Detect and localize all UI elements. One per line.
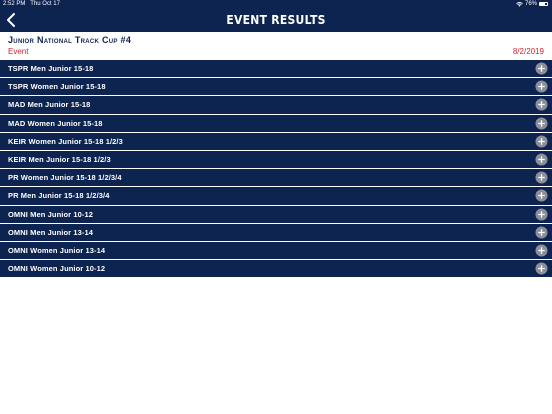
event-row[interactable]: KEIR Men Junior 15-18 1/2/3 <box>0 150 552 170</box>
event-row[interactable]: OMNI Women Junior 13-14 <box>0 241 552 261</box>
plus-circle-icon[interactable] <box>535 98 548 111</box>
event-row[interactable]: PR Women Junior 15-18 1/2/3/4 <box>0 169 552 188</box>
event-label: MAD Men Junior 15-18 <box>8 100 91 110</box>
event-row[interactable]: TSPR Men Junior 15-18 <box>0 60 552 79</box>
event-label: OMNI Women Junior 13-14 <box>8 245 106 255</box>
plus-circle-icon[interactable] <box>535 80 548 93</box>
event-label: KEIR Women Junior 15-18 1/2/3 <box>8 136 123 146</box>
event-label: KEIR Men Junior 15-18 1/2/3 <box>8 154 111 164</box>
plus-circle-icon[interactable] <box>535 117 548 130</box>
event-row[interactable]: MAD Men Junior 15-18 <box>0 96 552 115</box>
event-label: PR Women Junior 15-18 1/2/3/4 <box>8 173 122 183</box>
page-title: EVENT RESULTS <box>226 13 326 27</box>
plus-circle-icon[interactable] <box>535 62 548 75</box>
event-label: TSPR Women Junior 15-18 <box>8 82 106 92</box>
event-list: TSPR Men Junior 15-18 TSPR Women Junior … <box>0 60 552 279</box>
status-time: 2:52 PM Thu Oct 17 <box>3 1 60 7</box>
meet-title: Junior National Track Cup #4 <box>8 35 132 45</box>
event-row[interactable]: PR Men Junior 15-18 1/2/3/4 <box>0 187 552 206</box>
battery-icon <box>539 2 548 6</box>
plus-circle-icon[interactable] <box>535 153 548 166</box>
wifi-icon <box>516 1 523 7</box>
status-right: 76% <box>516 0 548 8</box>
event-row[interactable]: OMNI Women Junior 10-12 <box>0 260 552 279</box>
plus-circle-icon[interactable] <box>535 171 548 184</box>
event-label: TSPR Men Junior 15-18 <box>8 64 94 73</box>
plus-circle-icon[interactable] <box>535 244 548 257</box>
meet-date: 8/2/2019 <box>512 47 544 56</box>
chevron-left-icon[interactable] <box>4 12 18 28</box>
event-label: MAD Women Junior 15-18 <box>8 118 103 128</box>
plus-circle-icon[interactable] <box>535 207 548 221</box>
plus-circle-icon[interactable] <box>535 189 548 202</box>
plus-circle-icon[interactable] <box>535 262 548 275</box>
event-row[interactable]: TSPR Women Junior 15-18 <box>0 78 552 97</box>
meet-header: Junior National Track Cup #4 Event 8/2/2… <box>0 32 552 60</box>
event-label: PR Men Junior 15-18 1/2/3/4 <box>8 191 110 201</box>
plus-circle-icon[interactable] <box>535 226 548 239</box>
battery-percent: 76% <box>524 1 537 7</box>
event-label: OMNI Men Junior 13-14 <box>8 227 94 237</box>
battery-fill <box>540 3 546 5</box>
column-header-event: Event <box>8 47 29 56</box>
navigation-bar: EVENT RESULTS <box>0 8 552 32</box>
plus-circle-icon[interactable] <box>535 135 548 148</box>
event-label: OMNI Men Junior 10-12 <box>8 209 94 219</box>
event-label: OMNI Women Junior 10-12 <box>8 264 106 274</box>
event-row[interactable]: OMNI Men Junior 10-12 <box>0 205 552 224</box>
event-row[interactable]: OMNI Men Junior 13-14 <box>0 223 552 242</box>
event-row[interactable]: KEIR Women Junior 15-18 1/2/3 <box>0 132 552 151</box>
status-bar: 2:52 PM Thu Oct 17 76% <box>0 0 552 8</box>
event-row[interactable]: MAD Women Junior 15-18 <box>0 114 552 133</box>
